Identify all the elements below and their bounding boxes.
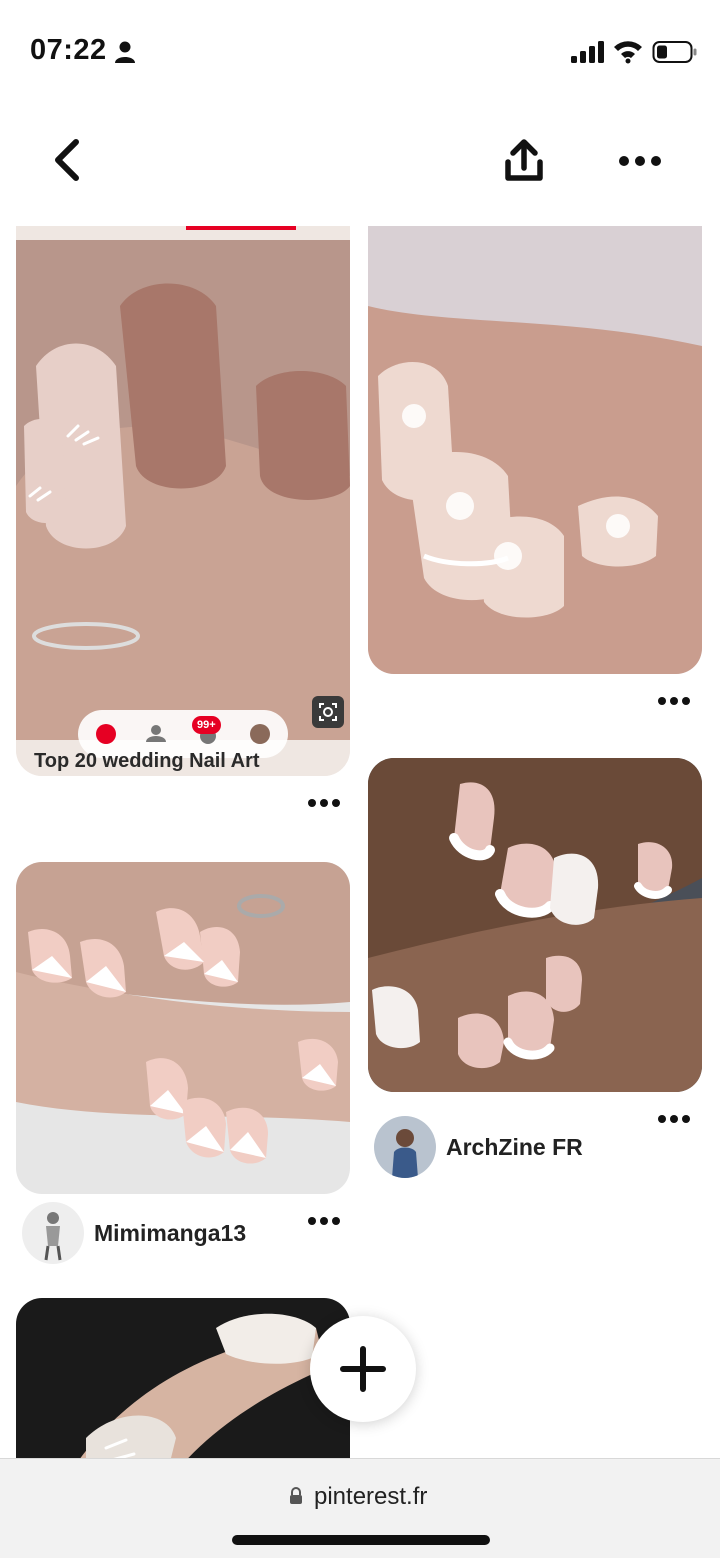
author-name: Mimimanga13 (94, 1219, 247, 1246)
back-button[interactable] (40, 132, 96, 188)
plus-icon (340, 1346, 386, 1392)
battery-icon (652, 41, 697, 63)
pin-image-3[interactable] (368, 758, 702, 1092)
status-time: 07:22 (30, 34, 107, 66)
nail-photo-french-swirl (368, 758, 702, 1092)
pin-4-more-button[interactable] (304, 1210, 344, 1232)
lock-icon (290, 1487, 302, 1504)
nail-photo-nude-leaf (16, 226, 350, 776)
more-button[interactable] (610, 132, 670, 188)
browser-url-bar[interactable]: pinterest.fr (0, 1458, 720, 1558)
visual-search-icon[interactable] (312, 696, 344, 728)
pin-2-more-button[interactable] (654, 690, 694, 712)
more-icon (619, 156, 661, 166)
pin-image-1[interactable]: 99+ Top 20 wedding Nail Art (16, 226, 350, 776)
status-bar: 07:22 (0, 0, 720, 100)
back-icon (55, 139, 79, 181)
author-name: ArchZine FR (446, 1133, 583, 1160)
more-icon (658, 1115, 690, 1123)
avatar (374, 1116, 436, 1178)
lens-icon (319, 703, 337, 721)
share-button[interactable] (496, 132, 552, 188)
pin-3-author[interactable]: ArchZine FR (374, 1116, 583, 1178)
wifi-icon (614, 41, 642, 64)
add-button[interactable] (310, 1316, 416, 1422)
more-icon (308, 799, 340, 807)
share-icon (505, 139, 543, 181)
pin-3-more-button[interactable] (654, 1108, 694, 1130)
pin-image-2[interactable] (368, 226, 702, 674)
nail-photo-lace (368, 226, 702, 674)
pin-4-author[interactable]: Mimimanga13 (22, 1202, 246, 1264)
more-icon (658, 697, 690, 705)
home-indicator (232, 1535, 490, 1545)
url-text: pinterest.fr (314, 1483, 428, 1510)
notification-badge: 99+ (192, 716, 221, 734)
pin-caption: Top 20 wedding Nail Art (34, 750, 260, 772)
pin-image-4[interactable] (16, 862, 350, 1194)
nail-photo-v-french (16, 862, 350, 1194)
avatar (22, 1202, 84, 1264)
pin-1-more-button[interactable] (304, 792, 344, 814)
person-icon (115, 41, 135, 63)
signal-icon (571, 41, 604, 63)
more-icon (308, 1217, 340, 1225)
